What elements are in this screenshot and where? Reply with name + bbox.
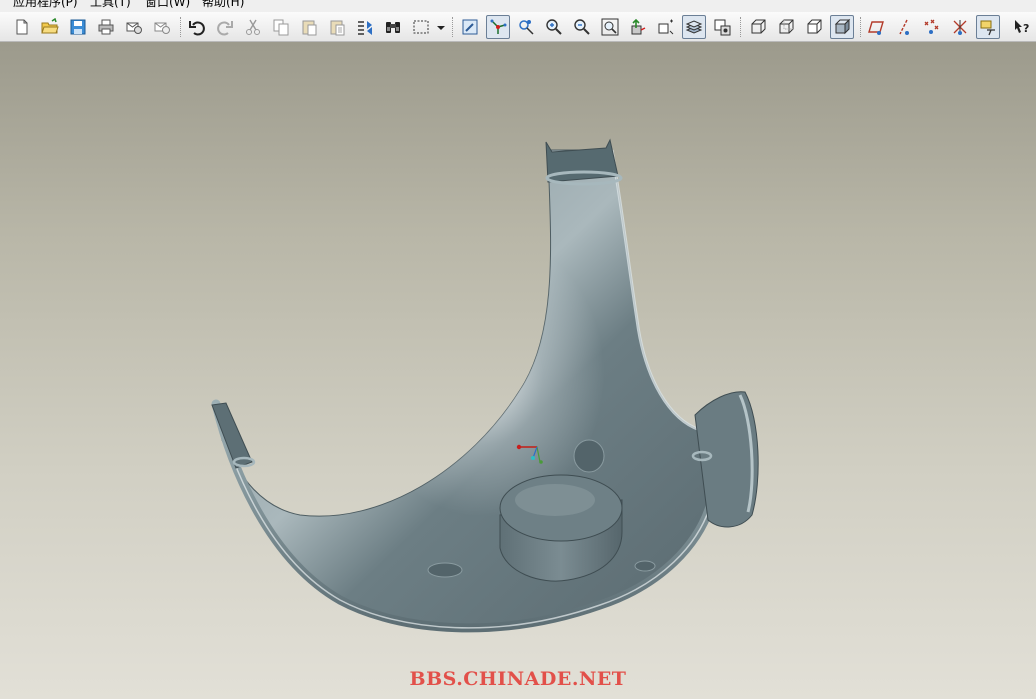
paste-special-button[interactable]	[325, 15, 349, 39]
find-icon	[386, 22, 400, 33]
paste-button[interactable]	[297, 15, 321, 39]
toolbar-separator	[740, 17, 742, 37]
redo-icon	[217, 21, 233, 36]
hole-upper	[573, 439, 605, 473]
new-file-button[interactable]	[10, 15, 34, 39]
main-toolbar: ?	[0, 12, 1036, 42]
selection-box-icon	[413, 20, 429, 34]
cut-button[interactable]	[241, 15, 265, 39]
no-hidden-button[interactable]	[802, 15, 826, 39]
boss-top-highlight	[515, 484, 595, 516]
shading-icon	[834, 18, 851, 35]
mail-icon	[126, 22, 142, 34]
context-help-button[interactable]: ?	[1010, 15, 1034, 39]
copy-icon	[273, 19, 289, 36]
saved-views-icon	[658, 19, 674, 35]
hole-lower	[427, 562, 463, 578]
open-button[interactable]	[38, 15, 62, 39]
paste-special-icon	[330, 20, 345, 36]
send-link-button[interactable]	[150, 15, 174, 39]
3d-part-model[interactable]	[0, 42, 1036, 699]
hole-small	[634, 560, 656, 572]
orient-mode-icon	[519, 20, 534, 35]
datum-axes-button[interactable]	[892, 15, 916, 39]
undo-button[interactable]	[185, 15, 209, 39]
new-file-icon	[16, 19, 28, 35]
menu-applications[interactable]: 应用程序(P)	[13, 0, 78, 8]
hidden-line-icon	[779, 19, 794, 34]
print-icon	[98, 19, 114, 35]
open-folder-icon	[41, 18, 59, 34]
redo-button[interactable]	[213, 15, 237, 39]
no-hidden-icon	[807, 19, 822, 34]
annotations-button[interactable]	[976, 15, 1000, 39]
copy-button[interactable]	[269, 15, 293, 39]
send-mail-button[interactable]	[122, 15, 146, 39]
menu-help[interactable]: 帮助(H)	[202, 0, 244, 8]
refit-button[interactable]	[598, 15, 622, 39]
save-button[interactable]	[66, 15, 90, 39]
datum-points-button[interactable]	[920, 15, 944, 39]
mail-send-icon	[154, 22, 170, 34]
zoom-in-button[interactable]	[542, 15, 566, 39]
zoom-out-button[interactable]	[570, 15, 594, 39]
datum-points-icon	[924, 19, 939, 34]
layers-icon	[685, 20, 703, 34]
saved-views-button[interactable]	[654, 15, 678, 39]
coordinate-systems-icon	[953, 20, 967, 35]
datum-axes-icon	[899, 19, 909, 35]
datum-planes-icon	[868, 21, 884, 35]
repaint-button[interactable]	[458, 15, 482, 39]
paste-icon	[302, 20, 317, 36]
layers-button[interactable]	[682, 15, 706, 39]
selection-box-button[interactable]	[409, 15, 433, 39]
regenerate-button[interactable]	[353, 15, 377, 39]
toolbar-separator	[180, 17, 182, 37]
shading-button[interactable]	[830, 15, 854, 39]
spin-center-icon	[490, 19, 507, 34]
repaint-icon	[462, 19, 478, 35]
undo-icon	[189, 21, 205, 36]
reorient-icon	[631, 18, 646, 35]
graphics-viewport[interactable]: BBS.CHINADE.NET	[0, 42, 1036, 699]
cut-icon	[246, 19, 260, 35]
zoom-in-icon	[546, 19, 562, 35]
wireframe-button[interactable]	[746, 15, 770, 39]
toolbar-separator	[860, 17, 862, 37]
zoom-out-icon	[574, 19, 590, 35]
save-icon	[70, 19, 86, 35]
wireframe-icon	[751, 19, 766, 34]
context-help-icon: ?	[1015, 20, 1029, 35]
toolbar-separator	[452, 17, 454, 37]
reorient-button[interactable]	[626, 15, 650, 39]
coordinate-systems-button[interactable]	[948, 15, 972, 39]
spin-center-button[interactable]	[486, 15, 510, 39]
view-manager-icon	[714, 19, 731, 36]
dropdown-arrow-icon	[437, 26, 445, 30]
selection-dropdown[interactable]	[434, 15, 448, 39]
regenerate-icon	[358, 21, 372, 35]
svg-text:?: ?	[1023, 22, 1029, 35]
annotations-icon	[980, 20, 995, 36]
menu-window[interactable]: 窗口(W)	[145, 0, 190, 8]
top-channel	[545, 138, 619, 183]
menu-bar: 应用程序(P) 工具(T) 窗口(W) 帮助(H)	[0, 0, 1036, 12]
find-button[interactable]	[381, 15, 405, 39]
view-manager-button[interactable]	[710, 15, 734, 39]
orient-mode-button[interactable]	[514, 15, 538, 39]
menu-tools[interactable]: 工具(T)	[90, 0, 131, 8]
datum-planes-button[interactable]	[864, 15, 888, 39]
hidden-line-button[interactable]	[774, 15, 798, 39]
watermark: BBS.CHINADE.NET	[409, 668, 627, 690]
refit-icon	[601, 18, 619, 36]
print-button[interactable]	[94, 15, 118, 39]
